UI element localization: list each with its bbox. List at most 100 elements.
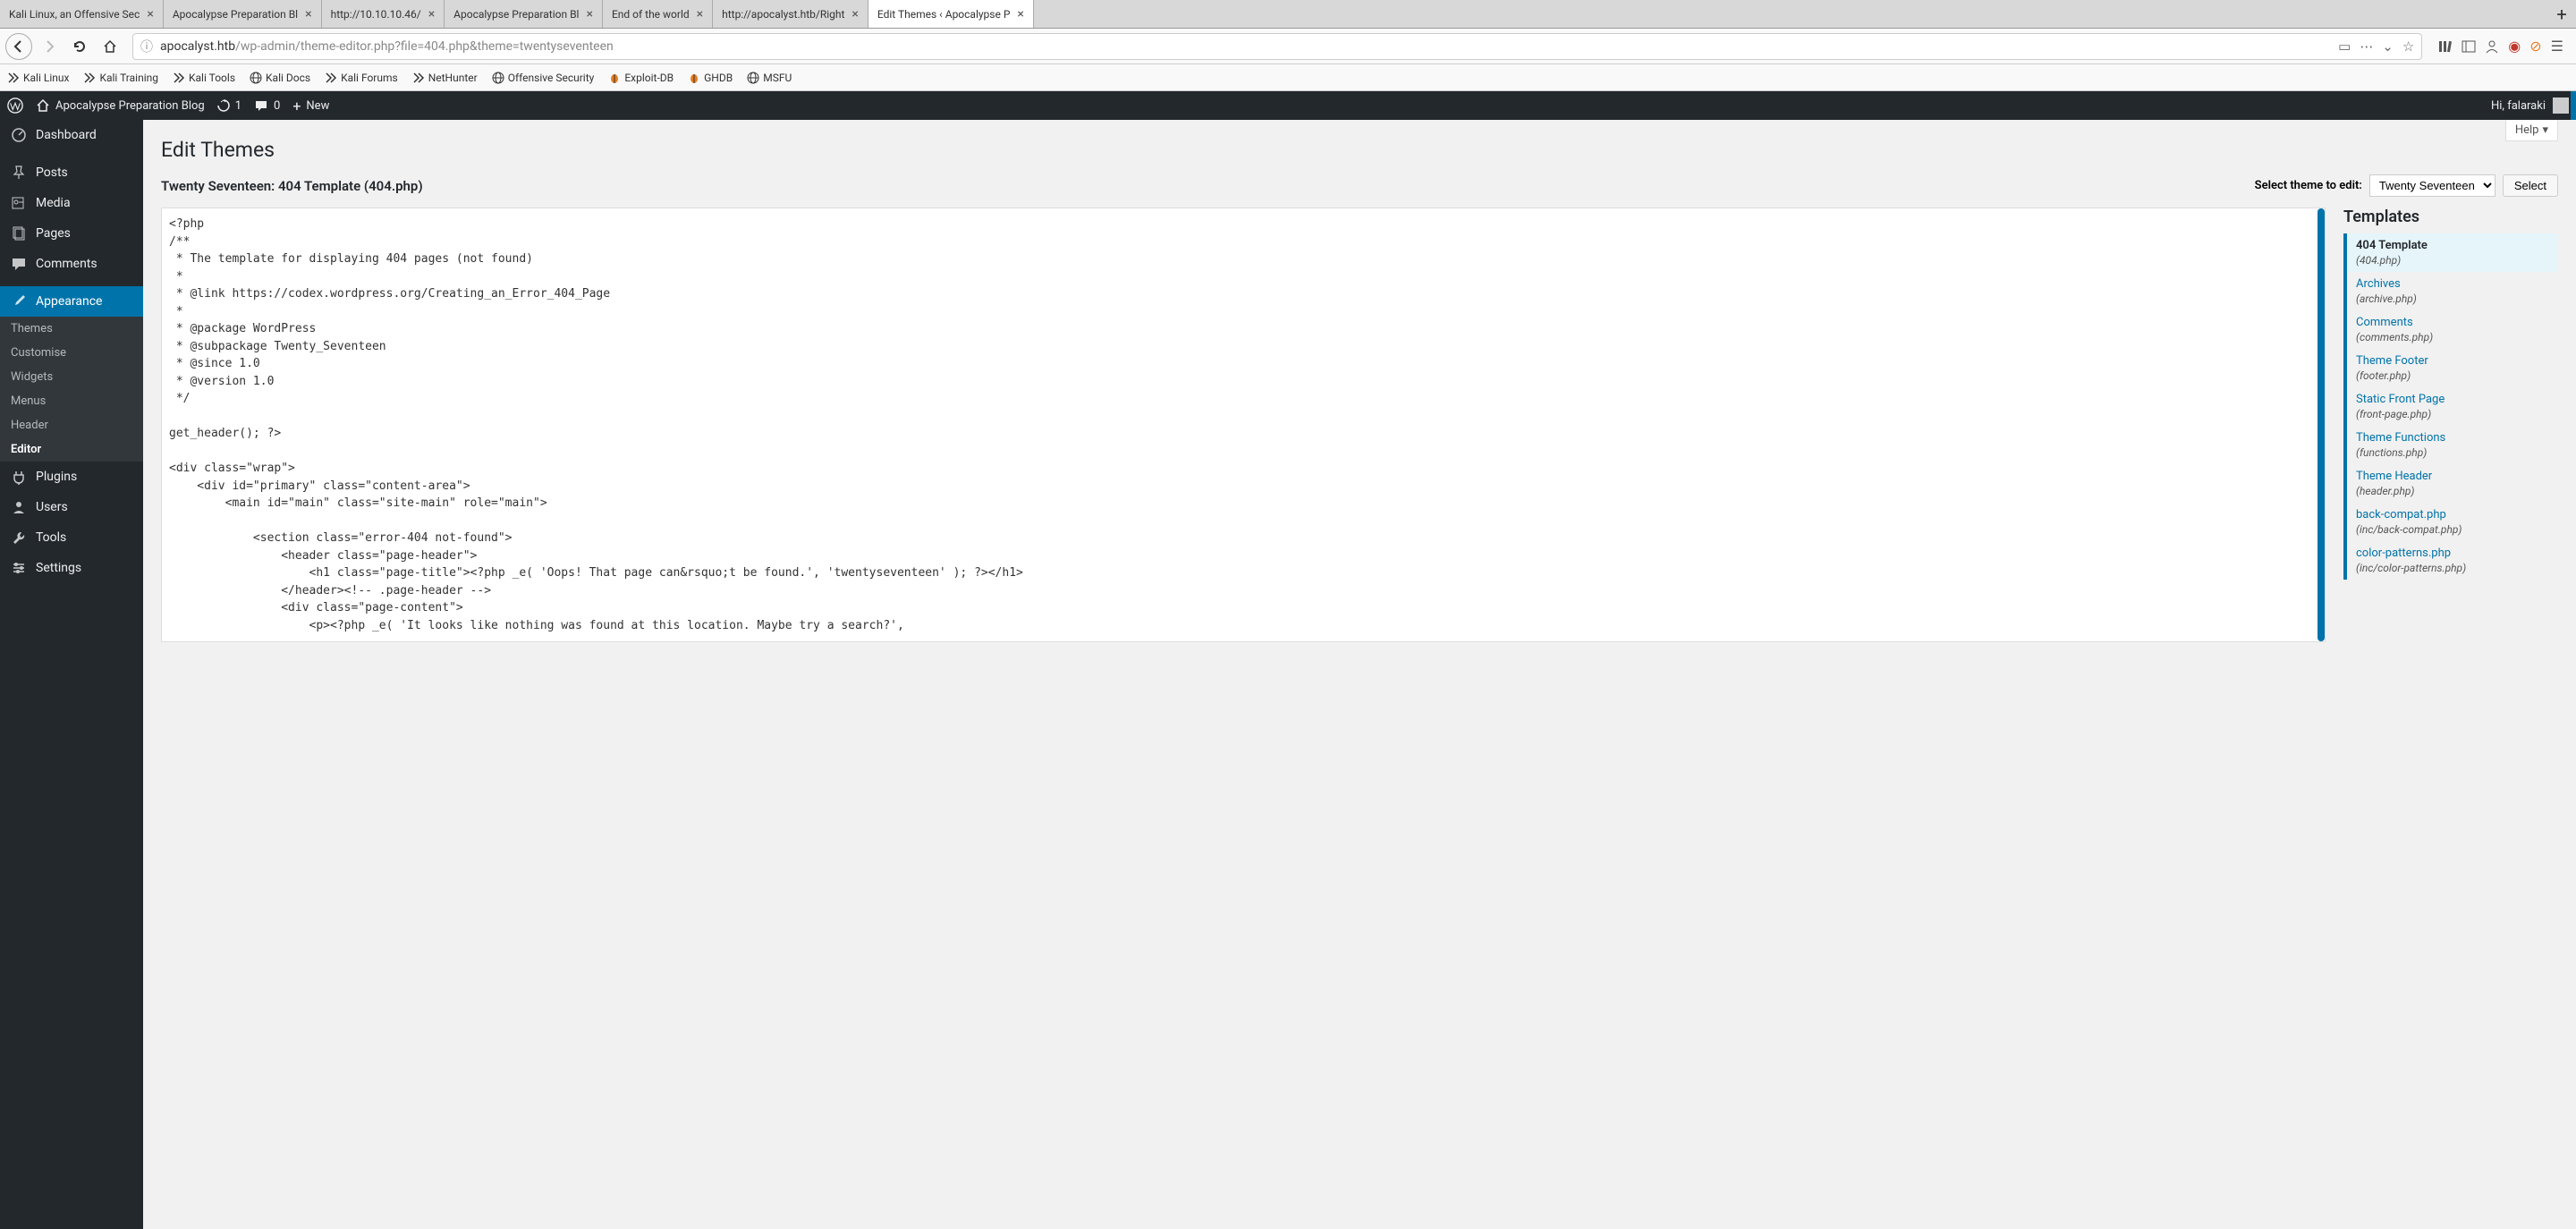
chevron-down-icon: ▾ xyxy=(2542,123,2548,137)
sidebar-item-users[interactable]: Users xyxy=(0,492,143,522)
settings-icon xyxy=(11,560,27,576)
reload-button[interactable] xyxy=(66,33,93,60)
browser-tab[interactable]: Edit Themes ‹ Apocalypse P× xyxy=(869,0,1034,28)
updates-link[interactable]: 1 xyxy=(217,99,242,113)
wp-admin-bar: Apocalypse Preparation Blog 1 0 + New Hi… xyxy=(0,91,2576,120)
sidebar-subitem-header[interactable]: Header xyxy=(0,413,143,437)
template-item[interactable]: color-patterns.php(inc/color-patterns.ph… xyxy=(2347,541,2558,580)
code-editor-wrapper xyxy=(161,208,2326,642)
template-item[interactable]: Archives(archive.php) xyxy=(2347,272,2558,310)
page-icon xyxy=(11,225,27,242)
template-item[interactable]: Theme Header(header.php) xyxy=(2347,464,2558,503)
sidebar-item-posts[interactable]: Posts xyxy=(0,157,143,188)
sidebar-item-settings[interactable]: Settings xyxy=(0,553,143,583)
bookmark-icon xyxy=(492,72,504,84)
media-icon xyxy=(11,195,27,211)
sidebar-item-pages[interactable]: Pages xyxy=(0,218,143,249)
browser-tabs: Kali Linux, an Offensive Sec×Apocalypse … xyxy=(0,0,2576,29)
sidebar-item-comments[interactable]: Comments xyxy=(0,249,143,279)
close-icon[interactable]: × xyxy=(697,7,703,21)
bookmark-icon xyxy=(7,72,20,84)
browser-tab[interactable]: End of the world× xyxy=(603,0,713,28)
admin-sidebar: Dashboard PostsMediaPagesComments Appearan… xyxy=(0,120,143,1229)
wp-logo[interactable] xyxy=(7,97,23,114)
greeting-text[interactable]: Hi, falaraki xyxy=(2491,99,2546,113)
help-tab[interactable]: Help▾ xyxy=(2505,120,2558,141)
bookmark-item[interactable]: Kali Docs xyxy=(250,72,310,84)
bookmark-item[interactable]: MSFU xyxy=(747,72,792,84)
url-bar[interactable]: ⓘ apocalyst.htb/wp-admin/theme-editor.ph… xyxy=(132,33,2422,60)
sidebar-subitem-menus[interactable]: Menus xyxy=(0,389,143,413)
template-item[interactable]: Theme Functions(functions.php) xyxy=(2347,426,2558,464)
bookmark-item[interactable]: Kali Forums xyxy=(325,72,398,84)
new-tab-button[interactable]: + xyxy=(2547,0,2576,28)
browser-tab[interactable]: http://apocalyst.htb/Right× xyxy=(713,0,869,28)
sidebar-item-dashboard[interactable]: Dashboard xyxy=(0,120,143,150)
library-icon[interactable] xyxy=(2438,39,2453,54)
sidebar-subitem-editor[interactable]: Editor xyxy=(0,437,143,462)
template-item[interactable]: Static Front Page(front-page.php) xyxy=(2347,387,2558,426)
template-item[interactable]: Comments(comments.php) xyxy=(2347,310,2558,349)
bookmark-icon xyxy=(688,72,700,84)
close-icon[interactable]: × xyxy=(428,7,435,21)
browser-tab[interactable]: Apocalypse Preparation Bl× xyxy=(164,0,322,28)
browser-tab[interactable]: Kali Linux, an Offensive Sec× xyxy=(0,0,164,28)
bookmark-item[interactable]: Kali Training xyxy=(83,72,158,84)
account-icon[interactable] xyxy=(2485,39,2499,54)
sidebar-item-plugins[interactable]: Plugins xyxy=(0,462,143,492)
extension-icon-1[interactable]: ◉ xyxy=(2508,38,2521,55)
sidebar-subitem-themes[interactable]: Themes xyxy=(0,317,143,341)
bookmark-item[interactable]: Kali Tools xyxy=(173,72,235,84)
template-item[interactable]: 404 Template(404.php) xyxy=(2347,233,2558,272)
site-info-icon[interactable]: ⓘ xyxy=(140,38,153,55)
close-icon[interactable]: × xyxy=(586,7,592,21)
close-icon[interactable]: × xyxy=(147,7,153,21)
browser-toolbar: ⓘ apocalyst.htb/wp-admin/theme-editor.ph… xyxy=(0,29,2576,64)
extension-icon-2[interactable]: ⊘ xyxy=(2529,38,2541,55)
editor-scrollbar[interactable] xyxy=(2318,208,2325,641)
comments-link[interactable]: 0 xyxy=(254,98,280,113)
close-icon[interactable]: × xyxy=(305,7,311,21)
pin-icon xyxy=(11,165,27,181)
bookmark-icon xyxy=(250,72,262,84)
bookmark-item[interactable]: GHDB xyxy=(688,72,733,84)
pocket-icon[interactable]: ⌄ xyxy=(2382,38,2394,55)
bookmark-icon xyxy=(608,72,621,84)
page-actions-icon[interactable]: ⋯ xyxy=(2360,38,2373,55)
sidebar-icon[interactable] xyxy=(2462,39,2476,54)
close-icon[interactable]: × xyxy=(1017,7,1023,21)
theme-select-label: Select theme to edit: xyxy=(2255,179,2362,192)
template-item[interactable]: back-compat.php(inc/back-compat.php) xyxy=(2347,503,2558,541)
sidebar-item-media[interactable]: Media xyxy=(0,188,143,218)
browser-tab[interactable]: http://10.10.10.46/× xyxy=(322,0,445,28)
select-button[interactable]: Select xyxy=(2503,174,2558,197)
avatar[interactable] xyxy=(2553,97,2569,114)
bookmark-item[interactable]: Kali Linux xyxy=(7,72,69,84)
back-button[interactable] xyxy=(5,33,32,60)
browser-tab[interactable]: Apocalypse Preparation Bl× xyxy=(445,0,603,28)
theme-select[interactable]: Twenty Seventeen xyxy=(2369,174,2496,197)
bookmark-star-icon[interactable]: ☆ xyxy=(2402,38,2414,55)
menu-icon[interactable]: ☰ xyxy=(2551,38,2563,55)
new-content-link[interactable]: + New xyxy=(292,97,329,114)
home-button[interactable] xyxy=(97,33,123,60)
site-name-link[interactable]: Apocalypse Preparation Blog xyxy=(36,98,205,113)
page-title: Edit Themes xyxy=(161,138,2558,162)
sidebar-item-tools[interactable]: Tools xyxy=(0,522,143,553)
wrench-icon xyxy=(11,530,27,546)
bookmark-item[interactable]: Exploit-DB xyxy=(608,72,674,84)
reader-mode-icon[interactable]: ▭ xyxy=(2338,38,2351,55)
code-editor[interactable] xyxy=(162,208,2325,638)
forward-button[interactable] xyxy=(36,33,63,60)
sidebar-item-appearance[interactable]: Appearance xyxy=(0,286,143,317)
bookmark-item[interactable]: NetHunter xyxy=(412,72,478,84)
brush-icon xyxy=(11,293,27,309)
bookmark-item[interactable]: Offensive Security xyxy=(492,72,595,84)
comment-icon xyxy=(11,256,27,272)
template-item[interactable]: Theme Footer(footer.php) xyxy=(2347,349,2558,387)
close-icon[interactable]: × xyxy=(852,7,858,21)
dashboard-icon xyxy=(11,127,27,143)
sidebar-subitem-customise[interactable]: Customise xyxy=(0,341,143,365)
sidebar-subitem-widgets[interactable]: Widgets xyxy=(0,365,143,389)
user-icon xyxy=(11,499,27,515)
